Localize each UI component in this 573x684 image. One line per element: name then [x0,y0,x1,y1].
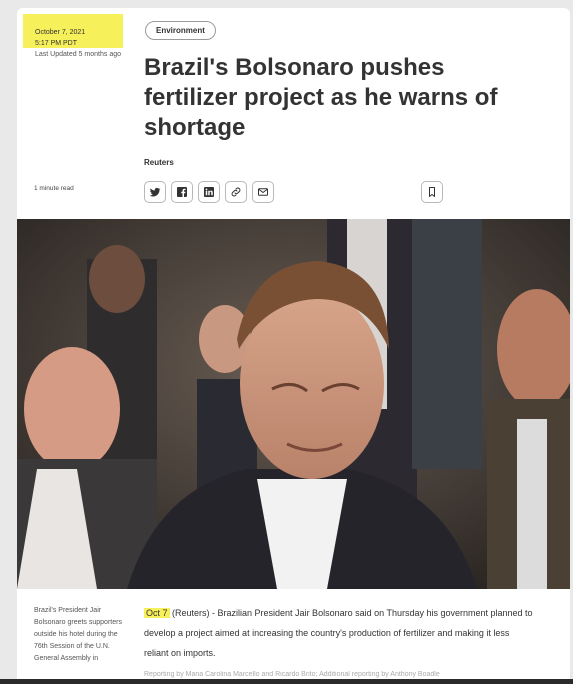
category-tag[interactable]: Environment [145,21,216,40]
dateline-highlight: Oct 7 [144,608,170,618]
photo-image [17,219,570,589]
byline[interactable]: Reuters [144,158,174,167]
bookmark-icon [429,187,435,197]
article-page: October 7, 2021 5:17 PM PDT Last Updated… [17,8,570,684]
last-updated: Last Updated 5 months ago [35,51,122,58]
share-twitter-button[interactable] [144,181,166,203]
share-facebook-button[interactable] [171,181,193,203]
article-photo[interactable] [17,219,570,589]
facebook-icon [177,187,187,197]
share-email-button[interactable] [252,181,274,203]
lead-paragraph: (Reuters) - Brazilian President Jair Bol… [144,608,533,658]
link-icon [231,187,241,197]
article-meta: October 7, 2021 5:17 PM PDT Last Updated… [23,14,123,62]
twitter-icon [149,187,161,197]
photo-caption: Brazil's President Jair Bolsonaro greets… [34,607,122,662]
window-bottom-bar [0,679,573,684]
reporting-credit: Reporting by Maria Carolina Marcello and… [144,671,440,678]
publish-date: October 7, 2021 [35,29,86,36]
copy-link-button[interactable] [225,181,247,203]
bookmark-button[interactable] [421,181,443,203]
email-icon [258,188,268,196]
share-linkedin-button[interactable] [198,181,220,203]
read-time: 1 minute read [34,185,74,192]
publish-time: 5:17 PM PDT [35,40,78,47]
share-bar [144,181,274,203]
article-body-lead: Oct 7 (Reuters) - Brazilian President Ja… [144,603,534,663]
linkedin-icon [204,187,214,197]
headline: Brazil's Bolsonaro pushes fertilizer pro… [144,54,498,141]
